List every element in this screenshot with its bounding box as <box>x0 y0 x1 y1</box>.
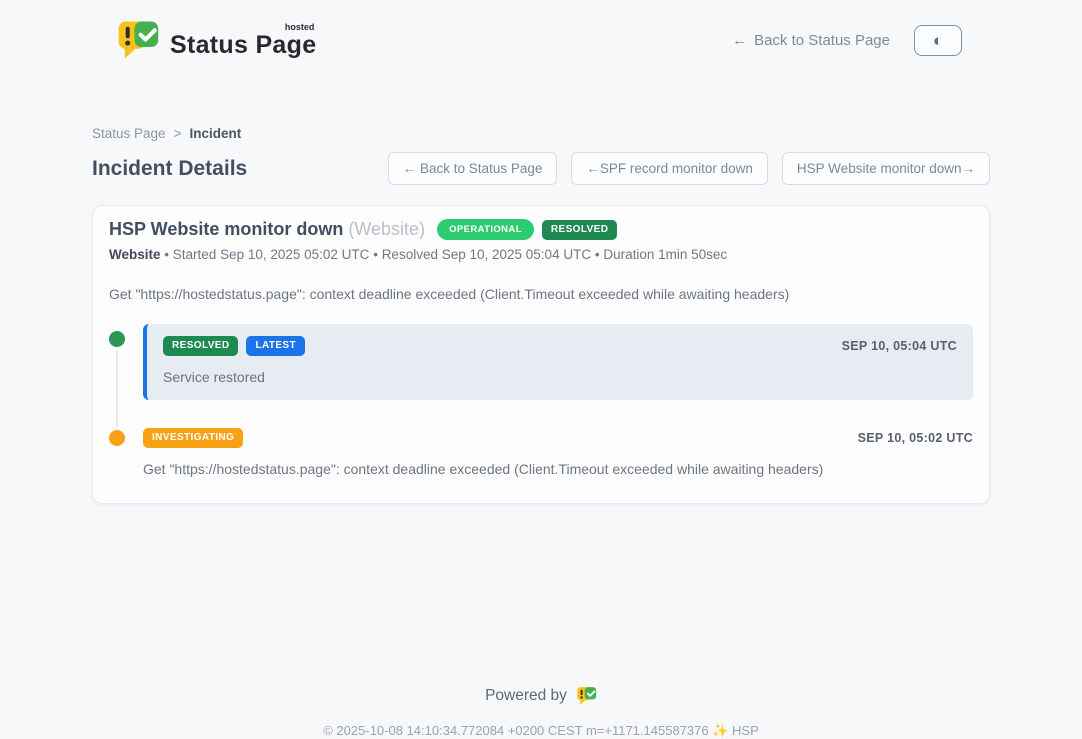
timeline-resolved-badge: RESOLVED <box>163 336 238 356</box>
brand-logo[interactable]: hosted Status Page <box>116 19 316 61</box>
header-back-to-status-page-link[interactable]: ← Back to Status Page <box>732 32 890 49</box>
timeline-dot-green-icon <box>109 331 125 347</box>
status-page-logo-icon <box>116 19 160 61</box>
breadcrumb: Status Page > Incident <box>92 126 990 141</box>
powered-by-link[interactable]: Powered by <box>485 686 597 706</box>
breadcrumb-status-page-link[interactable]: Status Page <box>92 126 166 141</box>
meta-bullet: • <box>164 247 169 262</box>
meta-bullet: • <box>595 247 600 262</box>
title-row: Incident Details ← Back to Status Page ←… <box>92 152 990 185</box>
operational-status-badge: OPERATIONAL <box>437 219 534 240</box>
left-arrow-icon: ← <box>732 32 747 49</box>
next-incident-button[interactable]: HSP Website monitor down→ <box>782 152 990 185</box>
timeline-event-resolved: RESOLVED LATEST SEP 10, 05:04 UTC Servic… <box>109 324 973 400</box>
footer: Powered by © 2025-10-08 14:10:34.772084 … <box>0 686 1082 739</box>
page-title: Incident Details <box>92 157 247 181</box>
timeline-event-investigating: INVESTIGATING SEP 10, 05:02 UTC Get "htt… <box>109 428 973 477</box>
timeline-event-message: Get "https://hostedstatus.page": context… <box>143 461 973 477</box>
powered-by-logo-icon <box>576 686 597 706</box>
half-circle-icon: ◐ <box>933 32 943 49</box>
meta-bullet: • <box>373 247 378 262</box>
brand-logo-text: hosted Status Page <box>170 22 316 58</box>
resolved-status-badge: RESOLVED <box>542 220 617 240</box>
theme-toggle-button[interactable]: ◐ <box>914 25 962 56</box>
header: hosted Status Page ← Back to Status Page… <box>0 0 1082 64</box>
header-back-link-label: Back to Status Page <box>754 32 890 49</box>
powered-by-label: Powered by <box>485 687 567 705</box>
timeline-dot-orange-icon <box>109 430 125 446</box>
incident-card-header: HSP Website monitor down (Website) OPERA… <box>109 219 973 240</box>
timeline-event-message: Service restored <box>163 369 957 385</box>
incident-meta: Website • Started Sep 10, 2025 05:02 UTC… <box>109 247 973 262</box>
timeline-investigating-badge: INVESTIGATING <box>143 428 243 448</box>
incident-card: HSP Website monitor down (Website) OPERA… <box>92 205 990 504</box>
timeline-event-panel: RESOLVED LATEST SEP 10, 05:04 UTC Servic… <box>143 324 973 400</box>
incident-timeline: RESOLVED LATEST SEP 10, 05:04 UTC Servic… <box>109 324 973 477</box>
prev-incident-button[interactable]: ←SPF record monitor down <box>571 152 768 185</box>
incident-component: (Website) <box>348 219 425 239</box>
timeline-event-timestamp: SEP 10, 05:02 UTC <box>858 431 973 445</box>
timeline-latest-badge: LATEST <box>246 336 305 356</box>
back-to-status-page-button[interactable]: ← Back to Status Page <box>388 152 558 185</box>
header-actions: ← Back to Status Page ◐ <box>732 25 962 56</box>
incident-meta-component: Website <box>109 247 161 262</box>
breadcrumb-separator-icon: > <box>174 126 182 141</box>
breadcrumb-current: Incident <box>189 126 241 141</box>
main-content: Status Page > Incident Incident Details … <box>92 126 990 504</box>
incident-meta-started: Started Sep 10, 2025 05:02 UTC <box>173 247 370 262</box>
incident-meta-duration: Duration 1min 50sec <box>603 247 727 262</box>
timeline-event-timestamp: SEP 10, 05:04 UTC <box>842 339 957 353</box>
incident-nav-buttons: ← Back to Status Page ←SPF record monito… <box>388 152 990 185</box>
timeline-event-body: INVESTIGATING SEP 10, 05:02 UTC Get "htt… <box>143 428 973 477</box>
brand-name: Status Page <box>170 32 316 58</box>
incident-meta-resolved: Resolved Sep 10, 2025 05:04 UTC <box>382 247 591 262</box>
incident-description: Get "https://hostedstatus.page": context… <box>109 286 973 302</box>
incident-title: HSP Website monitor down (Website) <box>109 219 425 240</box>
